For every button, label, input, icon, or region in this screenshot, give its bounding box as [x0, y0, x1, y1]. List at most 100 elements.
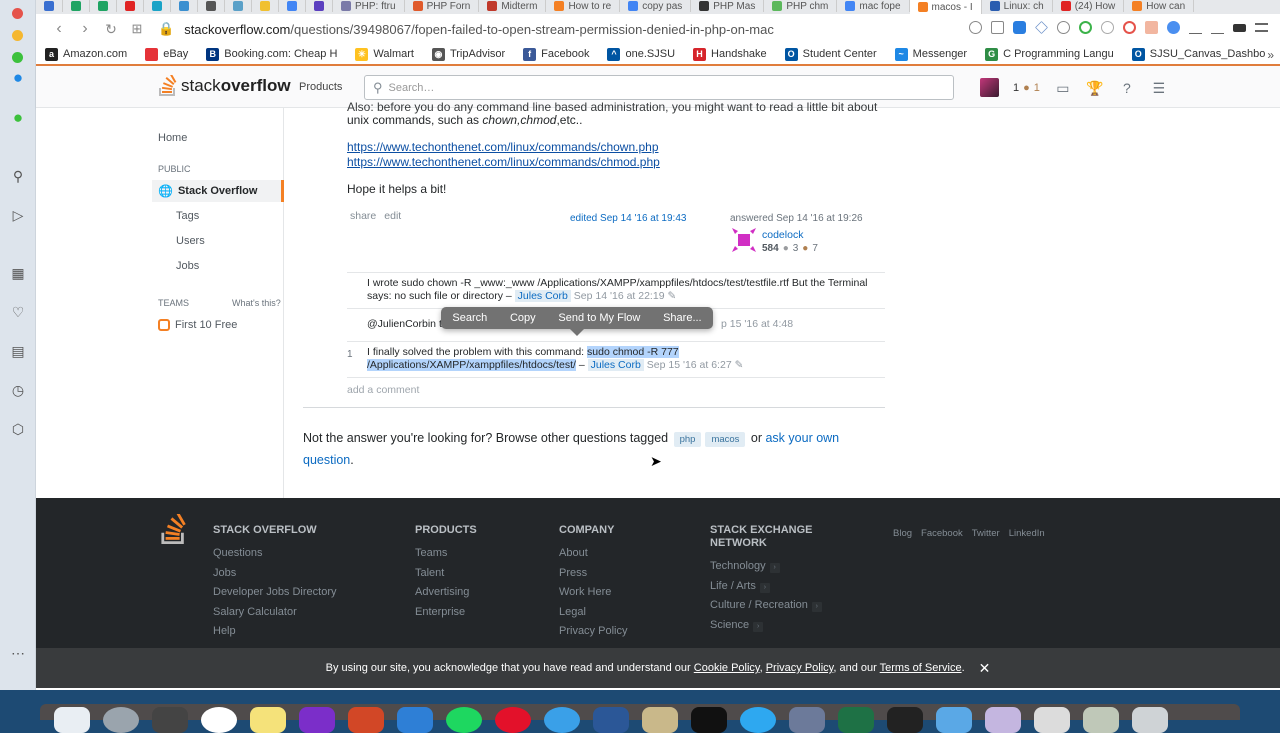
footer-link[interactable]: Enterprise [415, 606, 477, 619]
bookmark-item[interactable]: H Handshake [684, 47, 776, 61]
box-icon[interactable]: ⬡ [8, 419, 28, 439]
edited-timestamp[interactable]: edited Sep 14 '16 at 19:43 [570, 213, 686, 224]
ext-cube-icon[interactable] [1145, 21, 1158, 34]
tag-php[interactable]: php [673, 432, 702, 447]
so-logo[interactable]: stackoverflow [158, 75, 291, 97]
site-switcher-icon[interactable]: ☰ [1150, 79, 1168, 97]
nav-stack-overflow[interactable]: 🌐 Stack Overflow [152, 180, 284, 202]
comment-date[interactable]: Sep 15 '16 at 6:27 [647, 359, 732, 371]
folder-icon[interactable] [985, 707, 1021, 733]
context-menu-item[interactable]: Send to My Flow [558, 312, 640, 324]
launchpad-icon[interactable] [103, 707, 139, 733]
browser-tab[interactable] [171, 0, 198, 12]
browser-tab[interactable] [117, 0, 144, 12]
edit-pencil-icon[interactable]: ✎ [735, 359, 744, 371]
browser-tab[interactable]: How to re [546, 0, 621, 12]
footer-link[interactable]: Talent [415, 567, 477, 580]
footer-link[interactable]: Salary Calculator [213, 606, 337, 619]
back-icon[interactable]: ‹ [46, 20, 72, 38]
footer-link[interactable]: About [559, 547, 627, 560]
browser-tab[interactable]: PHP Forn [405, 0, 480, 12]
bookmark-item[interactable]: ^ one.SJSU [598, 47, 684, 61]
clock-icon[interactable]: ◷ [8, 380, 28, 400]
add-comment-link[interactable]: add a comment [347, 377, 885, 396]
browser-tab[interactable] [279, 0, 306, 12]
safari-icon[interactable] [544, 707, 580, 733]
share-icon[interactable] [1189, 21, 1202, 34]
news-icon[interactable]: ▤ [8, 341, 28, 361]
browser-tab[interactable]: How can [1124, 0, 1195, 12]
download-icon[interactable] [1211, 21, 1224, 34]
nav-home[interactable]: Home [158, 132, 187, 144]
browser-tab[interactable] [198, 0, 225, 12]
forward-icon[interactable]: › [72, 20, 98, 38]
heart-icon[interactable]: ♡ [8, 302, 28, 322]
heart-icon[interactable] [1057, 21, 1070, 34]
window-close-button[interactable] [12, 8, 23, 19]
footer-link[interactable]: Work Here [559, 586, 627, 599]
url-field[interactable]: stackoverflow.com/questions/39498067/fop… [184, 22, 774, 37]
tag-macos[interactable]: macos [705, 432, 746, 447]
comment-date[interactable]: Sep 14 '16 at 22:19 [574, 290, 665, 302]
trash-icon[interactable] [1132, 707, 1168, 733]
browser-tab[interactable]: PHP chm [764, 0, 838, 12]
nav-tags[interactable]: Tags [176, 210, 199, 222]
terms-link[interactable]: Terms of Service [880, 662, 962, 674]
help-icon[interactable]: ? [1118, 79, 1136, 97]
window-icon[interactable] [1034, 707, 1070, 733]
browser-tab[interactable]: Linux: ch [982, 0, 1053, 12]
app-icon[interactable] [201, 707, 237, 733]
footer-link[interactable]: Teams [415, 547, 477, 560]
edit-pencil-icon[interactable]: ✎ [667, 290, 676, 302]
chmod-link[interactable]: https://www.techonthenet.com/linux/comma… [347, 155, 660, 169]
ext-red-icon[interactable] [1123, 21, 1136, 34]
products-menu[interactable]: Products [299, 81, 342, 93]
menu-icon[interactable] [1255, 23, 1268, 32]
footer-link[interactable]: Press [559, 567, 627, 580]
comment-user[interactable]: Jules Corb [587, 359, 644, 371]
browser-tab[interactable]: copy pas [620, 0, 692, 12]
check-icon[interactable] [1079, 21, 1092, 34]
bookmark-item[interactable]: f Facebook [514, 47, 598, 61]
privacy-policy-link[interactable]: Privacy Policy [766, 662, 834, 674]
browser-tab[interactable] [36, 0, 63, 12]
bookmark-item[interactable]: eBay [136, 47, 197, 61]
share-link[interactable]: share [350, 210, 376, 222]
notes-icon[interactable] [250, 707, 286, 733]
messenger-icon[interactable]: ● [8, 68, 28, 88]
zoom-icon[interactable] [969, 21, 982, 34]
browser-tab[interactable] [252, 0, 279, 12]
user-reputation[interactable]: 1 ● 1 [1013, 82, 1040, 94]
finder-icon[interactable] [54, 707, 90, 733]
bookmark-item[interactable]: O SJSU_Canvas_Dashbo [1123, 47, 1275, 61]
app-icon[interactable] [740, 707, 776, 733]
achievements-trophy-icon[interactable]: 🏆 [1086, 79, 1104, 97]
bookmark-item[interactable]: ◉ TripAdvisor [423, 47, 514, 61]
spotify-icon[interactable] [446, 707, 482, 733]
bookmark-item[interactable]: ~ Messenger [886, 47, 976, 61]
bookmark-item[interactable]: ✳ Walmart [346, 47, 423, 61]
inbox-icon[interactable]: ▭ [1054, 79, 1072, 97]
footer-link[interactable]: Jobs [213, 567, 337, 580]
browser-tab[interactable]: mac fope [837, 0, 910, 12]
whatsapp-icon[interactable]: ● [8, 108, 28, 128]
camera-icon[interactable] [991, 21, 1004, 34]
nav-users[interactable]: Users [176, 235, 205, 247]
footer-link[interactable]: Technology › [710, 560, 820, 573]
footer-social-link[interactable]: Facebook [921, 528, 963, 539]
folder-icon[interactable] [936, 707, 972, 733]
shield-icon[interactable] [1013, 21, 1026, 34]
terminal-icon[interactable] [887, 707, 923, 733]
user-avatar[interactable] [980, 78, 999, 97]
bookmark-item[interactable]: B Booking.com: Cheap H [197, 47, 346, 61]
footer-social-link[interactable]: Blog [893, 528, 912, 539]
footer-social-link[interactable]: Twitter [972, 528, 1000, 539]
footer-link[interactable]: Privacy Policy [559, 625, 627, 638]
footer-logo-icon[interactable] [160, 514, 188, 546]
bookmark-item[interactable]: O Student Center [776, 47, 886, 61]
context-menu-item[interactable]: Search [452, 312, 487, 324]
word-icon[interactable] [593, 707, 629, 733]
tabs-grid-icon[interactable]: ⊞ [124, 21, 150, 37]
edit-link[interactable]: edit [384, 210, 401, 222]
footer-link[interactable]: Advertising [415, 586, 477, 599]
